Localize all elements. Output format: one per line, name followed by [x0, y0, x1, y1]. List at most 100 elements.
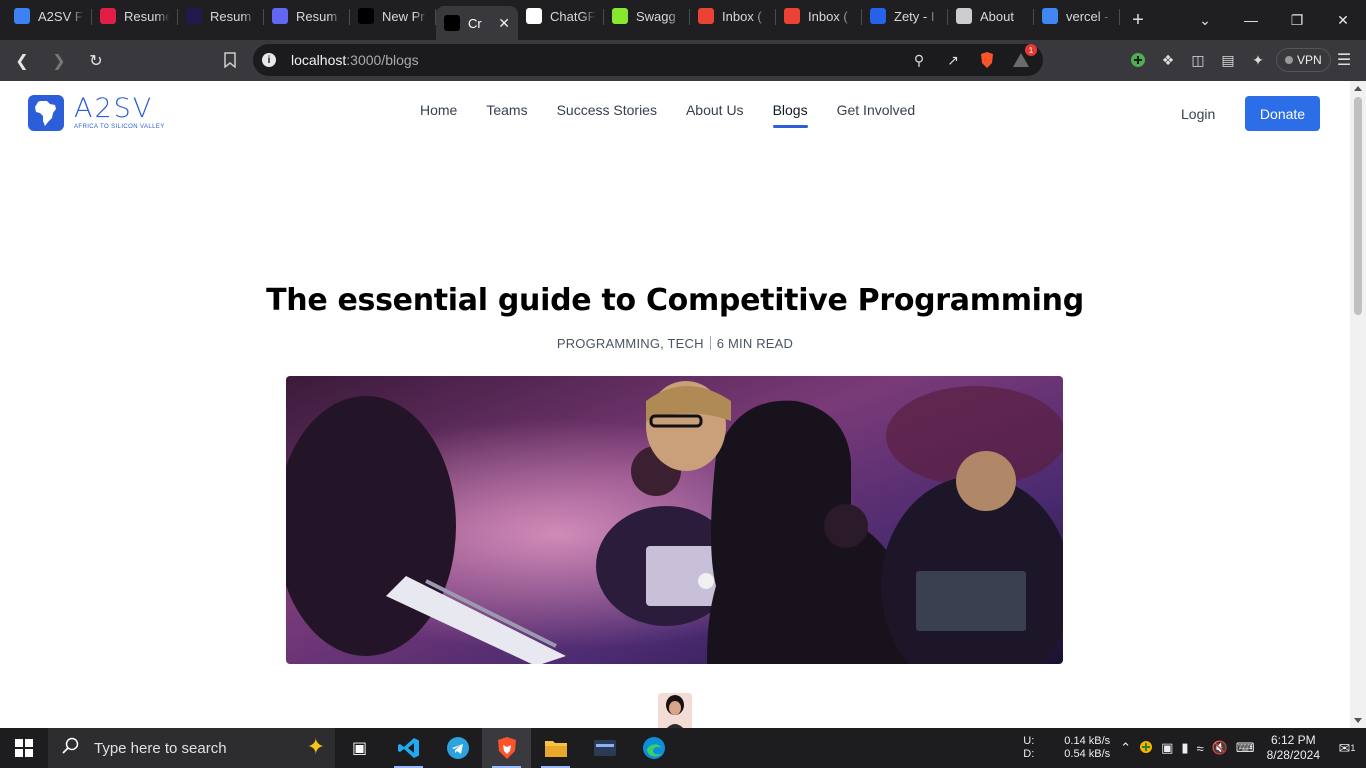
chatgpt-icon: [526, 8, 542, 24]
notification-count: 1: [1350, 743, 1356, 753]
logo-wordmark: A2SV: [74, 93, 154, 124]
shield-icon: [272, 8, 288, 24]
extension-green-icon[interactable]: [1128, 48, 1148, 72]
tab-title: Resum: [296, 8, 338, 24]
back-icon[interactable]: ❮: [7, 46, 37, 76]
browser-tab[interactable]: vercel -: [1034, 0, 1120, 32]
browser-tab[interactable]: A2SV F: [6, 0, 92, 32]
browser-tab[interactable]: Zety - I: [862, 0, 948, 32]
tray-device-icon[interactable]: ▣: [1161, 740, 1173, 756]
restore-icon[interactable]: ❐: [1274, 0, 1320, 40]
task-view-icon[interactable]: ▣: [335, 728, 384, 768]
windows-taskbar: Type here to search ✦ ▣ U: D: 0.14 kB/s …: [0, 728, 1366, 768]
scroll-up-icon[interactable]: [1354, 86, 1362, 91]
telegram-icon[interactable]: [433, 728, 482, 768]
browser-tab[interactable]: Resume: [92, 0, 178, 32]
windows-start-icon[interactable]: [0, 728, 48, 768]
system-tray: U: D: 0.14 kB/s 0.54 kB/s ⌃ ▣ ▮ ≈ 🔇 ⌨ 6:…: [1023, 728, 1366, 768]
notifications-icon[interactable]: ✉ 1: [1334, 740, 1360, 757]
meta-divider: [709, 336, 711, 350]
browser-tab-strip: A2SV F Resume Resum Resum New Pr Cr ✕ ChatGF Swa…: [0, 0, 1366, 40]
r-logo-icon: [186, 8, 202, 24]
brave-taskbar-icon[interactable]: [482, 728, 531, 768]
taskbar-search[interactable]: Type here to search ✦: [48, 728, 335, 768]
volume-muted-icon[interactable]: 🔇: [1212, 740, 1228, 756]
nav-blogs[interactable]: Blogs: [772, 101, 808, 131]
edge-icon[interactable]: [629, 728, 678, 768]
url-text[interactable]: localhost:3000/blogs: [291, 52, 419, 68]
wallet-icon[interactable]: ▤: [1218, 48, 1238, 72]
extensions-puzzle-icon[interactable]: ❖: [1158, 48, 1178, 72]
nav-home[interactable]: Home: [420, 101, 457, 131]
site-logo[interactable]: A2SV AFRICA TO SILICON VALLEY: [28, 95, 165, 131]
system-clock[interactable]: 6:12 PM 8/28/2024: [1267, 733, 1320, 763]
tab-list: A2SV F Resume Resum Resum New Pr Cr ✕ ChatGF Swa…: [0, 0, 1120, 40]
vercel-icon: [444, 15, 460, 31]
article-meta: PROGRAMMING, TECH 6 MIN READ: [0, 336, 1350, 351]
nav-get-involved[interactable]: Get Involved: [837, 101, 916, 131]
tray-icons: ⌃ ▣ ▮ ≈ 🔇 ⌨: [1120, 740, 1254, 757]
address-bar[interactable]: i localhost:3000/blogs ⚲ ↗ 1: [253, 44, 1043, 76]
minimize-icon[interactable]: —: [1228, 0, 1274, 40]
browser-tab[interactable]: Swagg: [604, 0, 690, 32]
terminal-app-icon[interactable]: [580, 728, 629, 768]
browser-tab[interactable]: Resum: [178, 0, 264, 32]
vercel-icon: [358, 8, 374, 24]
browser-tab[interactable]: New Pr: [350, 0, 436, 32]
author-avatar[interactable]: [658, 693, 692, 728]
tab-search-icon[interactable]: ⌄: [1182, 0, 1228, 40]
tray-app-icon[interactable]: [1139, 740, 1153, 757]
reload-icon[interactable]: ↻: [81, 46, 111, 76]
tab-title: Inbox (: [722, 8, 762, 24]
tab-title: Cr: [468, 15, 482, 31]
page-scrollbar[interactable]: [1350, 81, 1366, 728]
rewards-badge: 1: [1025, 44, 1037, 56]
scrollbar-thumb[interactable]: [1354, 97, 1362, 315]
nav-about-us[interactable]: About Us: [686, 101, 744, 131]
bookmark-icon[interactable]: [220, 45, 240, 75]
browser-tab[interactable]: Cr ✕: [436, 6, 518, 40]
share-icon[interactable]: ↗: [943, 50, 963, 70]
menu-icon[interactable]: ☰: [1334, 50, 1354, 70]
address-bar-actions: ⚲ ↗ 1: [909, 44, 1037, 70]
login-link[interactable]: Login: [1181, 106, 1215, 122]
donate-button[interactable]: Donate: [1245, 96, 1320, 131]
browser-tab[interactable]: ChatGF: [518, 0, 604, 32]
nav-teams[interactable]: Teams: [486, 101, 527, 131]
nav-success-stories[interactable]: Success Stories: [557, 101, 657, 131]
calendar-icon: [14, 8, 30, 24]
forward-icon[interactable]: ❯: [44, 46, 74, 76]
scroll-down-icon[interactable]: [1354, 718, 1362, 723]
keyboard-icon[interactable]: ⌨: [1236, 740, 1255, 756]
zoom-icon[interactable]: ⚲: [909, 50, 929, 70]
file-explorer-icon[interactable]: [531, 728, 580, 768]
new-tab-button[interactable]: +: [1120, 4, 1156, 36]
main-nav: Home Teams Success Stories About Us Blog…: [420, 101, 915, 131]
browser-tab[interactable]: Inbox (: [690, 0, 776, 32]
tab-title: Swagg: [636, 8, 676, 24]
site-info-icon[interactable]: i: [262, 53, 276, 67]
network-speed-labels: U: D:: [1023, 735, 1035, 760]
browser-tab[interactable]: About: [948, 0, 1034, 32]
close-window-icon[interactable]: ✕: [1320, 0, 1366, 40]
chevron-up-icon[interactable]: ⌃: [1120, 740, 1131, 756]
battery-icon[interactable]: ▮: [1181, 740, 1188, 756]
browser-tab[interactable]: Inbox (: [776, 0, 862, 32]
leo-ai-icon[interactable]: ✦: [1248, 48, 1268, 72]
article-read-time: 6 MIN READ: [716, 336, 794, 351]
sidebar-icon[interactable]: ◫: [1188, 48, 1208, 72]
vscode-icon[interactable]: [384, 728, 433, 768]
logo-tagline: AFRICA TO SILICON VALLEY: [74, 124, 165, 130]
tab-title: New Pr: [382, 8, 425, 24]
browser-tab[interactable]: Resum: [264, 0, 350, 32]
article-tags: PROGRAMMING, TECH: [556, 336, 704, 351]
gmail-icon: [784, 8, 800, 24]
upload-speed: 0.14 kB/s: [1064, 735, 1111, 747]
wifi-icon[interactable]: ≈: [1197, 741, 1204, 756]
brave-shields-icon[interactable]: [977, 50, 997, 70]
browser-toolbar: ❮ ❯ ↻ i localhost:3000/blogs ⚲ ↗ 1 ❖ ◫ ▤…: [0, 40, 1366, 81]
close-tab-icon[interactable]: ✕: [498, 15, 510, 32]
vpn-button[interactable]: VPN: [1276, 48, 1331, 72]
brave-rewards-icon[interactable]: 1: [1011, 44, 1037, 70]
gmail-icon: [698, 8, 714, 24]
